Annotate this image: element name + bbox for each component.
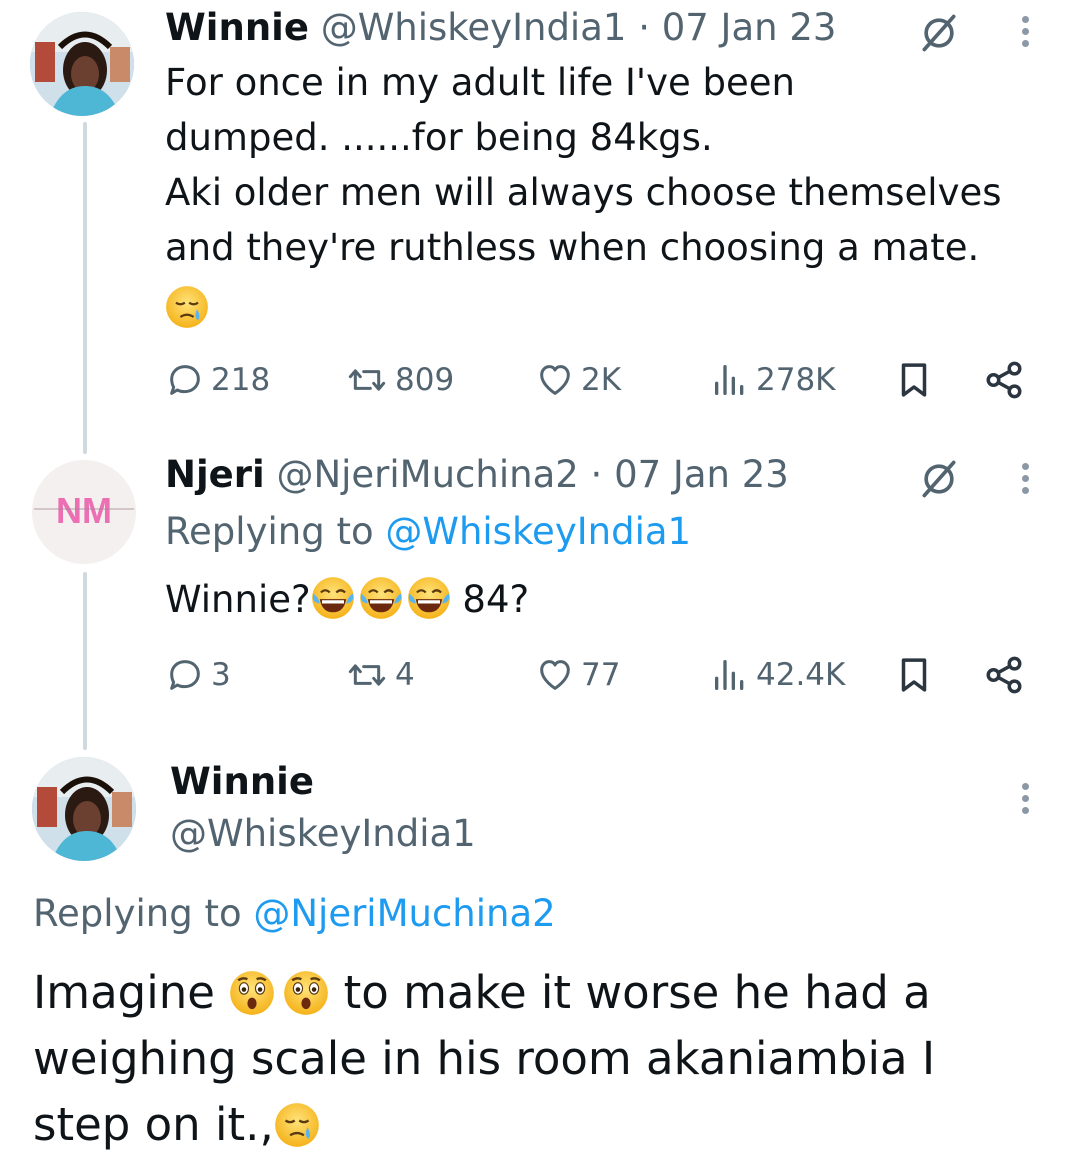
tweet-text-start: Winnie? bbox=[165, 578, 311, 621]
share-icon bbox=[983, 359, 1025, 401]
retweet-count: 4 bbox=[395, 657, 415, 693]
display-name[interactable]: Winnie bbox=[170, 760, 314, 803]
display-name[interactable]: Winnie bbox=[165, 6, 309, 49]
bookmark-button[interactable] bbox=[893, 650, 941, 700]
astonished-face-emoji bbox=[283, 970, 329, 1016]
replying-to: Replying to @NjeriMuchina2 bbox=[33, 892, 556, 935]
bookmark-icon bbox=[893, 654, 935, 696]
thread-line-1 bbox=[83, 122, 87, 454]
laughing-tears-emoji bbox=[359, 576, 403, 620]
tweet-line: Aki older men will always choose themsel… bbox=[165, 171, 1002, 214]
replying-to-label: Replying to bbox=[165, 510, 386, 553]
tweet-text: Imagine to make it worse he had a weighi… bbox=[33, 960, 935, 1158]
laughing-tears-emoji bbox=[407, 576, 451, 620]
tweet-line: weighing scale in his room akaniambia I bbox=[33, 1032, 936, 1085]
views-button[interactable]: 278K bbox=[710, 355, 836, 405]
views-icon bbox=[710, 360, 750, 400]
avatar-signature bbox=[34, 508, 134, 510]
handle[interactable]: @NjeriMuchina2 bbox=[276, 453, 578, 496]
views-icon bbox=[710, 655, 750, 695]
tweet-line: step on it., bbox=[33, 1092, 935, 1158]
more-icon[interactable] bbox=[1019, 783, 1031, 819]
replying-to-label: Replying to bbox=[33, 892, 254, 935]
reply-button[interactable]: 218 bbox=[165, 355, 270, 405]
like-icon bbox=[535, 360, 575, 400]
retweet-button[interactable]: 4 bbox=[345, 650, 415, 700]
views-count: 42.4K bbox=[756, 657, 846, 693]
avatar[interactable]: NM bbox=[32, 460, 136, 564]
edit-history-icon[interactable] bbox=[917, 11, 961, 55]
tweet-text: For once in my adult life I've been dump… bbox=[165, 55, 1045, 336]
retweet-icon bbox=[345, 655, 389, 695]
replying-to: Replying to @WhiskeyIndia1 bbox=[165, 510, 691, 553]
laughing-tears-emoji bbox=[311, 576, 355, 620]
share-button[interactable] bbox=[983, 355, 1031, 405]
replying-to-handle[interactable]: @NjeriMuchina2 bbox=[253, 892, 555, 935]
reply-count: 3 bbox=[211, 657, 231, 693]
more-icon[interactable] bbox=[1019, 16, 1031, 52]
tweet-text: Winnie? 84? bbox=[165, 572, 529, 627]
reply-button[interactable]: 3 bbox=[165, 650, 231, 700]
reply-count: 218 bbox=[211, 362, 271, 398]
thread-line-2 bbox=[83, 572, 87, 750]
tweet-header: Winnie @WhiskeyIndia1 · 07 Jan 23 bbox=[165, 6, 836, 49]
timestamp[interactable]: · 07 Jan 23 bbox=[638, 6, 836, 49]
retweet-icon bbox=[345, 360, 389, 400]
avatar[interactable] bbox=[32, 757, 136, 861]
reply-icon bbox=[165, 360, 205, 400]
tweet-actions: 3 4 77 42.4K bbox=[165, 650, 1035, 700]
like-button[interactable]: 77 bbox=[535, 650, 620, 700]
tweet-line: dumped. ......for being 84kgs. bbox=[165, 116, 713, 159]
avatar-photo bbox=[30, 12, 134, 116]
like-count: 77 bbox=[581, 657, 621, 693]
tweet-actions: 218 809 2K 278K bbox=[165, 355, 1035, 405]
edit-history-icon[interactable] bbox=[917, 457, 961, 501]
tweet-header: Njeri @NjeriMuchina2 · 07 Jan 23 bbox=[165, 453, 789, 496]
share-icon bbox=[983, 654, 1025, 696]
display-name[interactable]: Njeri bbox=[165, 453, 265, 496]
sad-tear-emoji bbox=[165, 285, 209, 329]
more-icon[interactable] bbox=[1019, 463, 1031, 499]
bookmark-icon bbox=[893, 359, 935, 401]
bookmark-button[interactable] bbox=[893, 355, 941, 405]
tweet-text-final: step on it., bbox=[33, 1098, 274, 1151]
views-button[interactable]: 42.4K bbox=[710, 650, 845, 700]
retweet-button[interactable]: 809 bbox=[345, 355, 454, 405]
like-button[interactable]: 2K bbox=[535, 355, 621, 405]
share-button[interactable] bbox=[983, 650, 1031, 700]
sad-tear-emoji bbox=[274, 1102, 320, 1148]
tweet-text-end: 84? bbox=[462, 578, 530, 621]
avatar-initials: NM bbox=[56, 490, 112, 531]
tweet-text-end: to make it worse he had a bbox=[343, 966, 931, 1019]
tweet-line: For once in my adult life I've been bbox=[165, 61, 795, 104]
handle[interactable]: @WhiskeyIndia1 bbox=[321, 6, 627, 49]
avatar-photo bbox=[32, 757, 136, 861]
tweet-line: and they're ruthless when choosing a mat… bbox=[165, 226, 980, 269]
handle[interactable]: @WhiskeyIndia1 bbox=[170, 812, 476, 855]
tweet-line: Imagine to make it worse he had a bbox=[33, 960, 935, 1026]
retweet-count: 809 bbox=[395, 362, 455, 398]
astonished-face-emoji bbox=[229, 970, 275, 1016]
like-count: 2K bbox=[581, 362, 622, 398]
avatar[interactable] bbox=[30, 12, 134, 116]
timestamp[interactable]: · 07 Jan 23 bbox=[591, 453, 789, 496]
views-count: 278K bbox=[756, 362, 836, 398]
replying-to-handle[interactable]: @WhiskeyIndia1 bbox=[385, 510, 691, 553]
reply-icon bbox=[165, 655, 205, 695]
tweet-text-start: Imagine bbox=[33, 966, 215, 1019]
like-icon bbox=[535, 655, 575, 695]
